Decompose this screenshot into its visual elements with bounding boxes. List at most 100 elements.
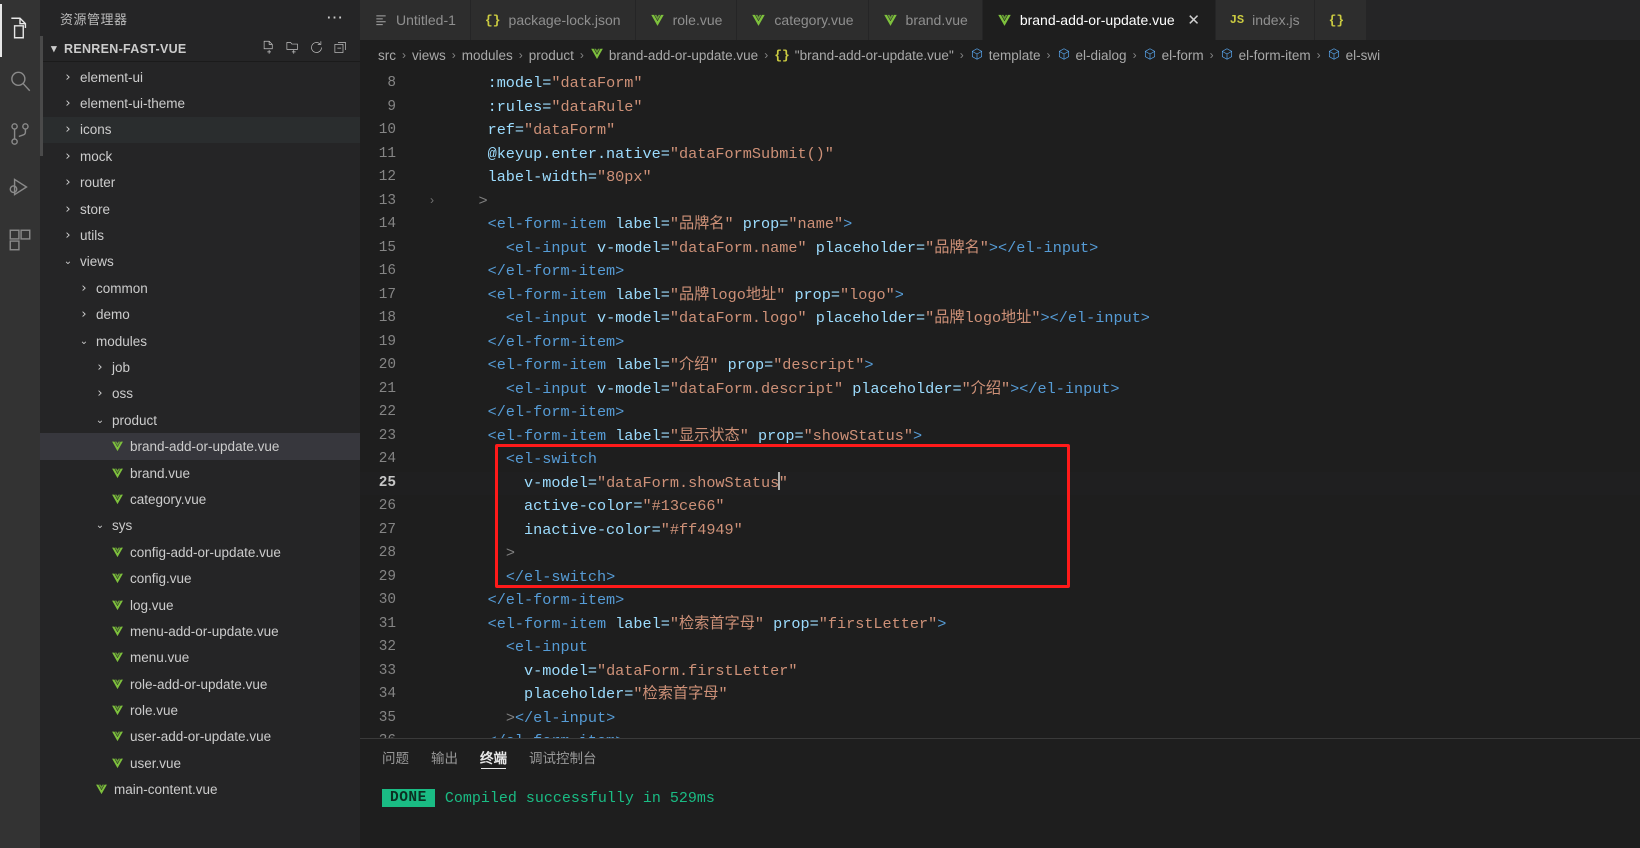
tree-item-common[interactable]: › common — [40, 275, 360, 301]
code-content[interactable]: 8 :model="dataForm" 9 :rules="dataRule" 10… — [360, 70, 1640, 738]
panel-tab-1[interactable]: 输出 — [431, 739, 458, 775]
code-line[interactable]: 13 › > — [360, 190, 1640, 214]
chevron-right-icon[interactable]: › — [60, 70, 76, 85]
fold-indicator[interactable] — [422, 707, 442, 731]
editor-tab-index-js[interactable]: JS index.js — [1215, 0, 1315, 40]
breadcrumb-item--brand-add-or-update-vue-[interactable]: {} "brand-add-or-update.vue" — [774, 48, 954, 63]
chevron-down-icon[interactable]: ⌄ — [60, 256, 76, 267]
tree-item-product[interactable]: ⌄ product — [40, 407, 360, 433]
tree-item-job[interactable]: › job — [40, 354, 360, 380]
tree-item-brand-vue[interactable]: brand.vue — [40, 460, 360, 486]
chevron-right-icon[interactable]: › — [60, 202, 76, 217]
breadcrumb-item-brand-add-or-update-vue[interactable]: brand-add-or-update.vue — [590, 47, 758, 64]
code-line[interactable]: 29 </el-switch> — [360, 566, 1640, 590]
fold-indicator[interactable] — [422, 495, 442, 519]
code-line[interactable]: 19 </el-form-item> — [360, 331, 1640, 355]
tree-item-sys[interactable]: ⌄ sys — [40, 513, 360, 539]
fold-indicator[interactable]: › — [422, 190, 442, 214]
chevron-right-icon[interactable]: › — [76, 307, 92, 322]
code-line[interactable]: 16 </el-form-item> — [360, 260, 1640, 284]
fold-indicator[interactable] — [422, 589, 442, 613]
code-line[interactable]: 11 @keyup.enter.native="dataFormSubmit()… — [360, 143, 1640, 167]
fold-indicator[interactable] — [422, 72, 442, 96]
fold-indicator[interactable] — [422, 237, 442, 261]
breadcrumb-item-product[interactable]: product — [529, 48, 574, 63]
tree-item-config-vue[interactable]: config.vue — [40, 565, 360, 591]
fold-indicator[interactable] — [422, 96, 442, 120]
panel-tab-2[interactable]: 终端 — [480, 739, 507, 775]
fold-indicator[interactable] — [422, 354, 442, 378]
breadcrumb-item-modules[interactable]: modules — [462, 48, 513, 63]
breadcrumb-item-el-dialog[interactable]: el-dialog — [1057, 47, 1127, 64]
code-line[interactable]: 26 active-color="#13ce66" — [360, 495, 1640, 519]
fold-indicator[interactable] — [422, 730, 442, 738]
collapse-all-icon[interactable] — [333, 40, 348, 58]
code-line[interactable]: 22 </el-form-item> — [360, 401, 1640, 425]
breadcrumb-item-views[interactable]: views — [412, 48, 446, 63]
code-line[interactable]: 17 <el-form-item label="品牌logo地址" prop="… — [360, 284, 1640, 308]
fold-indicator[interactable] — [422, 519, 442, 543]
editor-tab-package-lock-json[interactable]: {} package-lock.json — [470, 0, 636, 40]
breadcrumb-item-el-swi[interactable]: el-swi — [1327, 47, 1380, 64]
editor-tab-category-vue[interactable]: category.vue — [737, 0, 869, 40]
code-line[interactable]: 24 <el-switch — [360, 448, 1640, 472]
fold-indicator[interactable] — [422, 166, 442, 190]
editor-tab-untitled-1[interactable]: Untitled-1 — [360, 0, 471, 40]
sidebar-scrollbar[interactable] — [40, 36, 43, 156]
tree-item-mock[interactable]: › mock — [40, 143, 360, 169]
project-section-header[interactable]: ▾ RENREN-FAST-VUE — [40, 36, 360, 62]
fold-indicator[interactable] — [422, 683, 442, 707]
breadcrumb-item-el-form[interactable]: el-form — [1143, 47, 1204, 64]
code-line[interactable]: 33 v-model="dataForm.firstLetter" — [360, 660, 1640, 684]
chevron-down-icon[interactable]: ⌄ — [92, 520, 108, 531]
tree-item-oss[interactable]: › oss — [40, 381, 360, 407]
fold-indicator[interactable] — [422, 119, 442, 143]
fold-indicator[interactable] — [422, 401, 442, 425]
tree-item-modules[interactable]: ⌄ modules — [40, 328, 360, 354]
tree-item-category-vue[interactable]: category.vue — [40, 486, 360, 512]
breadcrumb-item-el-form-item[interactable]: el-form-item — [1220, 47, 1311, 64]
code-line[interactable]: 23 <el-form-item label="显示状态" prop="show… — [360, 425, 1640, 449]
code-line[interactable]: 21 <el-input v-model="dataForm.descript"… — [360, 378, 1640, 402]
chevron-right-icon[interactable]: › — [60, 122, 76, 137]
chevron-right-icon[interactable]: › — [60, 96, 76, 111]
fold-indicator[interactable] — [422, 213, 442, 237]
activity-bar-item-explorer[interactable] — [0, 4, 40, 57]
code-line[interactable]: 14 <el-form-item label="品牌名" prop="name"… — [360, 213, 1640, 237]
code-line[interactable]: 8 :model="dataForm" — [360, 72, 1640, 96]
tree-item-views[interactable]: ⌄ views — [40, 249, 360, 275]
tree-item-utils[interactable]: › utils — [40, 222, 360, 248]
fold-indicator[interactable] — [422, 566, 442, 590]
fold-indicator[interactable] — [422, 660, 442, 684]
editor-tab-brand-vue[interactable]: brand.vue — [868, 0, 983, 40]
tree-item-menu-add-or-update-vue[interactable]: menu-add-or-update.vue — [40, 618, 360, 644]
tree-item-role-add-or-update-vue[interactable]: role-add-or-update.vue — [40, 671, 360, 697]
tree-item-log-vue[interactable]: log.vue — [40, 592, 360, 618]
tree-item-store[interactable]: › store — [40, 196, 360, 222]
panel-tab-0[interactable]: 问题 — [382, 739, 409, 775]
fold-indicator[interactable] — [422, 284, 442, 308]
editor-tab-brand-add-or-update-vue[interactable]: brand-add-or-update.vue ✕ — [982, 0, 1216, 40]
activity-bar-item-source-control[interactable] — [0, 110, 40, 163]
tree-item-router[interactable]: › router — [40, 170, 360, 196]
code-line[interactable]: 35 ></el-input> — [360, 707, 1640, 731]
chevron-right-icon[interactable]: › — [60, 228, 76, 243]
fold-indicator[interactable] — [422, 636, 442, 660]
code-line[interactable]: 10 ref="dataForm" — [360, 119, 1640, 143]
breadcrumb-item-template[interactable]: template — [970, 47, 1041, 64]
fold-indicator[interactable] — [422, 448, 442, 472]
breadcrumb-item-src[interactable]: src — [378, 48, 396, 63]
tree-item-main-content-vue[interactable]: main-content.vue — [40, 777, 360, 803]
code-line[interactable]: 12 label-width="80px" — [360, 166, 1640, 190]
fold-indicator[interactable] — [422, 307, 442, 331]
activity-bar-item-run-and-debug[interactable] — [0, 163, 40, 216]
tree-item-user-add-or-update-vue[interactable]: user-add-or-update.vue — [40, 724, 360, 750]
fold-indicator[interactable] — [422, 378, 442, 402]
fold-indicator[interactable] — [422, 260, 442, 284]
fold-indicator[interactable] — [422, 425, 442, 449]
fold-indicator[interactable] — [422, 613, 442, 637]
chevron-right-icon[interactable]: › — [76, 281, 92, 296]
chevron-down-icon[interactable]: ⌄ — [92, 415, 108, 426]
chevron-down-icon[interactable]: ▾ — [46, 42, 62, 55]
code-line[interactable]: 30 </el-form-item> — [360, 589, 1640, 613]
